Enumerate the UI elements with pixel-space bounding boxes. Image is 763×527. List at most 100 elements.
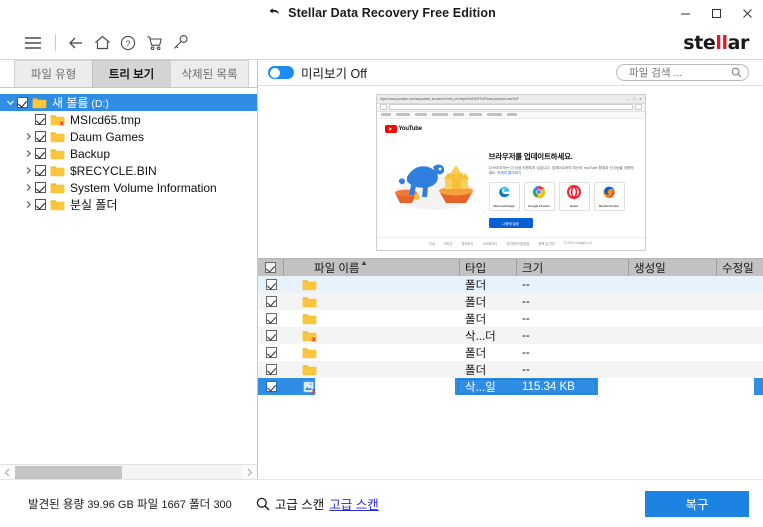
folder-icon xyxy=(50,131,65,143)
row-name-cell[interactable] xyxy=(284,293,460,310)
preview-learn-more-link[interactable]: 자세히 알아보기 xyxy=(497,171,521,175)
tab-0[interactable]: 파일 유형 xyxy=(14,60,93,87)
tree-node-checkbox[interactable] xyxy=(35,182,46,193)
tree-node-0[interactable]: 새 볼륨 (D:) xyxy=(0,94,257,111)
table-row[interactable]: x 삭...일 115.34 KB xyxy=(258,378,763,395)
hamburger-menu-icon[interactable] xyxy=(20,30,46,56)
row-checkbox[interactable] xyxy=(265,330,277,341)
preview-footer-link-1[interactable]: 저작권 xyxy=(444,241,453,246)
tree-node-3[interactable]: Backup xyxy=(0,145,257,162)
browser-card-2[interactable]: Opera xyxy=(558,182,590,212)
browser-card-3[interactable]: Mozilla Firefox xyxy=(593,182,625,212)
chevron-right-icon[interactable] xyxy=(22,147,35,160)
maximize-button[interactable] xyxy=(701,0,732,26)
header-column-size[interactable]: 크기 xyxy=(517,259,629,276)
tab-2[interactable]: 삭제된 목록 xyxy=(170,60,249,87)
preview-toolbar: 미리보기 Off xyxy=(258,60,763,86)
row-checkbox[interactable] xyxy=(265,381,277,392)
tree-node-4[interactable]: $RECYCLE.BIN xyxy=(0,162,257,179)
header-column-name[interactable]: 파일 이름 ▲ xyxy=(284,259,460,276)
tree-node-checkbox[interactable] xyxy=(35,114,46,125)
key-icon[interactable] xyxy=(167,30,193,56)
chevron-down-icon[interactable] xyxy=(4,96,17,109)
row-checkbox-cell[interactable] xyxy=(258,310,284,327)
row-name-cell[interactable] xyxy=(284,310,460,327)
chevron-right-icon[interactable] xyxy=(22,181,35,194)
header-column-created[interactable]: 생성일 xyxy=(629,259,717,276)
recover-button[interactable]: 복구 xyxy=(645,490,749,517)
close-button[interactable] xyxy=(732,0,763,26)
tree-node-6[interactable]: 분실 폴더 xyxy=(0,196,257,213)
table-row[interactable]: 폴더 -- xyxy=(258,344,763,361)
browser-card-1[interactable]: Google Chrome xyxy=(523,182,555,212)
table-row[interactable]: 폴더 -- xyxy=(258,293,763,310)
row-checkbox[interactable] xyxy=(265,364,277,375)
header-column-type[interactable]: 타입 xyxy=(460,259,517,276)
preview-cta-button[interactable]: 나중에 설정 xyxy=(488,218,533,229)
help-icon[interactable]: ? xyxy=(115,30,141,56)
table-row[interactable]: 폴더 -- xyxy=(258,310,763,327)
preview-footer-link-0[interactable]: 안내 xyxy=(429,241,435,246)
tree-node-checkbox[interactable] xyxy=(35,165,46,176)
preview-footer-link-2[interactable]: 문의하기 xyxy=(462,241,474,246)
row-checkbox-cell[interactable] xyxy=(258,293,284,310)
cart-icon[interactable] xyxy=(141,30,167,56)
tree-node-1[interactable]: x MSIcd65.tmp xyxy=(0,111,257,128)
home-icon[interactable] xyxy=(89,30,115,56)
row-checkbox[interactable] xyxy=(265,296,277,307)
row-checkbox-cell[interactable] xyxy=(258,327,284,344)
row-checkbox-cell[interactable] xyxy=(258,378,284,395)
row-checkbox[interactable] xyxy=(265,313,277,324)
search-icon[interactable] xyxy=(731,67,742,78)
preview-toggle[interactable] xyxy=(268,66,294,79)
tree-node-checkbox[interactable] xyxy=(35,148,46,159)
browser-card-0[interactable]: Microsoft Edge xyxy=(488,182,520,212)
table-row[interactable]: x 삭...더 -- xyxy=(258,327,763,344)
preview-site-header: YouTube xyxy=(377,119,645,133)
table-row[interactable]: 폴더 -- xyxy=(258,276,763,293)
advanced-scan-group[interactable]: 고급 스캔 고급 스캔 xyxy=(256,494,379,513)
minimize-button[interactable] xyxy=(670,0,701,26)
row-checkbox-cell[interactable] xyxy=(258,344,284,361)
file-list-body[interactable]: 폴더 -- 폴더 -- 폴더 -- x 삭...더 -- 폴더 -- 폴더 -- x 삭...일 115.34… xyxy=(258,276,763,479)
row-checkbox[interactable] xyxy=(265,279,277,290)
select-all-checkbox[interactable] xyxy=(265,262,276,273)
row-name-cell[interactable] xyxy=(284,361,460,378)
chevron-right-icon[interactable] xyxy=(22,130,35,143)
chevron-right-icon[interactable] xyxy=(22,198,35,211)
preview-footer-link-5[interactable]: 정책 및 안전 xyxy=(538,241,554,246)
row-checkbox-cell[interactable] xyxy=(258,361,284,378)
row-name-cell[interactable]: x xyxy=(284,378,460,395)
tree-horizontal-scrollbar[interactable] xyxy=(0,464,257,480)
tree-node-5[interactable]: System Volume Information xyxy=(0,179,257,196)
tree-node-checkbox[interactable] xyxy=(35,131,46,142)
folder-tree[interactable]: 새 볼륨 (D:) x MSIcd65.tmp Daum Games Backup $RE… xyxy=(0,88,257,464)
scroll-left-arrow[interactable] xyxy=(0,464,15,480)
chevron-right-icon[interactable] xyxy=(22,164,35,177)
tree-node-checkbox[interactable] xyxy=(35,199,46,210)
row-name-cell[interactable]: x xyxy=(284,327,460,344)
preview-footer-link-3[interactable]: 크리에이터 xyxy=(482,241,497,246)
preview-footer-link-4[interactable]: 개인정보처리방침 xyxy=(506,241,529,246)
search-input[interactable] xyxy=(627,65,731,80)
found-size-value: 39.96 GB xyxy=(87,498,134,511)
row-created-cell xyxy=(629,361,717,378)
tab-1[interactable]: 트리 보기 xyxy=(92,60,171,87)
tree-node-checkbox[interactable] xyxy=(17,97,28,108)
scroll-thumb[interactable] xyxy=(15,465,122,479)
tree-node-2[interactable]: Daum Games xyxy=(0,128,257,145)
file-search-box[interactable] xyxy=(616,64,749,81)
header-select-all[interactable] xyxy=(258,259,284,276)
preview-footer-link-6[interactable]: © 2021 Google LLC xyxy=(564,241,592,246)
scroll-right-arrow[interactable] xyxy=(242,464,257,480)
row-name-cell[interactable] xyxy=(284,276,460,293)
advanced-scan-link[interactable]: 고급 스캔 xyxy=(329,494,378,513)
row-checkbox[interactable] xyxy=(265,347,277,358)
back-arrow-icon[interactable] xyxy=(63,30,89,56)
tree-node-label: $RECYCLE.BIN xyxy=(70,163,157,178)
row-name-cell[interactable] xyxy=(284,344,460,361)
row-checkbox-cell[interactable] xyxy=(258,276,284,293)
table-row[interactable]: 폴더 -- xyxy=(258,361,763,378)
header-column-modified[interactable]: 수정일 xyxy=(717,259,763,276)
scroll-track[interactable] xyxy=(15,464,242,480)
